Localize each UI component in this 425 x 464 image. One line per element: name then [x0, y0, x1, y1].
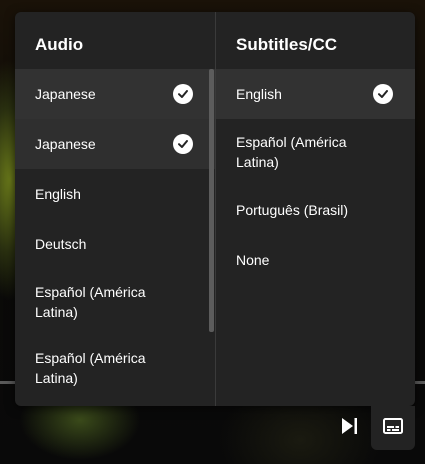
audio-option-label: Español (América Latina) — [35, 350, 146, 386]
subtitle-option-label: None — [236, 252, 270, 268]
audio-scrollbar[interactable] — [209, 69, 214, 332]
subtitles-header: Subtitles/CC — [236, 35, 338, 54]
subtitle-option[interactable]: Español (América Latina) — [216, 119, 415, 185]
subtitle-option-label: Português (Brasil) — [236, 202, 349, 218]
subtitles-column: Subtitles/CC English Español (América La… — [216, 12, 415, 406]
audio-option-label: Español (América Latina) — [35, 284, 146, 320]
audio-option[interactable]: Español (América Latina) — [15, 269, 215, 335]
audio-subtitles-menu: Audio Japanese Japanese English Deutsch — [15, 12, 415, 406]
subtitle-option[interactable]: English — [216, 69, 415, 119]
subtitle-option-label: Español (América Latina) — [236, 134, 347, 170]
subtitle-option-label: English — [236, 86, 282, 102]
subtitle-option[interactable]: Português (Brasil) — [216, 185, 415, 235]
subtitles-list: English Español (América Latina) Portugu… — [216, 69, 415, 406]
audio-option[interactable]: Deutsch — [15, 219, 215, 269]
audio-list: Japanese Japanese English Deutsch Españo… — [15, 69, 215, 406]
audio-option[interactable]: Japanese — [15, 119, 215, 169]
check-icon — [173, 84, 193, 104]
audio-column: Audio Japanese Japanese English Deutsch — [15, 12, 215, 406]
subtitles-icon — [383, 417, 403, 439]
audio-header: Audio — [35, 35, 84, 54]
subtitle-option[interactable]: None — [216, 235, 415, 285]
subtitles-button[interactable] — [371, 406, 415, 450]
check-icon — [373, 84, 393, 104]
audio-option-label: English — [35, 186, 81, 202]
skip-next-button[interactable] — [332, 406, 366, 450]
check-icon — [173, 134, 193, 154]
skip-next-icon — [340, 417, 358, 440]
audio-option[interactable]: English — [15, 169, 215, 219]
audio-option-label: Japanese — [35, 86, 96, 102]
audio-option[interactable]: Español (América Latina) — [15, 335, 215, 401]
audio-option[interactable]: Japanese — [15, 69, 215, 119]
audio-option-label: Japanese — [35, 136, 96, 152]
audio-option-label: Deutsch — [35, 236, 87, 252]
